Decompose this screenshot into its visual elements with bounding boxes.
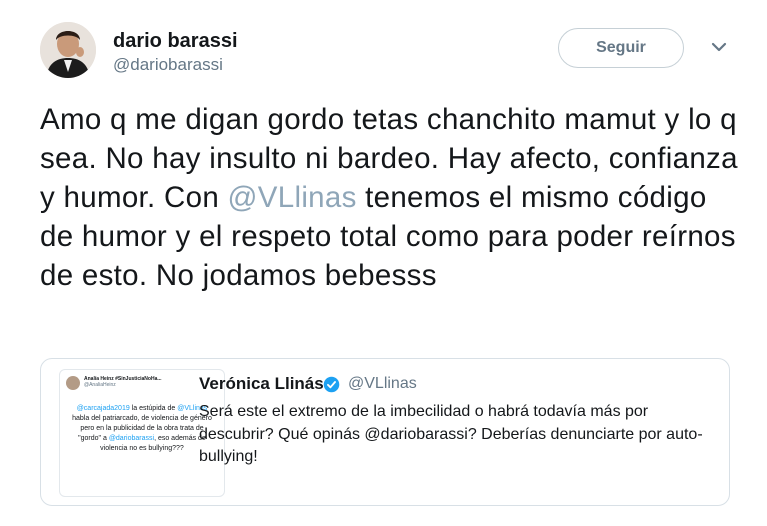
mention-link[interactable]: @VLlinas [228,181,357,214]
quoted-author-handle[interactable]: @VLlinas [348,375,417,393]
chevron-down-icon[interactable] [710,40,728,54]
tweet-text: Amo q me digan gordo tetas chanchito mam… [40,100,740,295]
quoted-tweet-text: Será este el extremo de la imbecilidad o… [199,403,703,465]
thumbnail-mention-3: @dariobarassi [108,435,155,442]
thumbnail-mention-1: @carcajada2019 [76,405,130,412]
follow-button[interactable]: Seguir [558,28,684,68]
author-avatar[interactable] [40,22,96,78]
thumbnail-avatar [66,376,80,390]
author-avatar-image [40,22,96,78]
author-name[interactable]: dario barassi [113,30,238,53]
quoted-tweet-card[interactable]: Analía Heinz #SinJusticiaNoHa... @Analia… [40,358,730,506]
quoted-author-name[interactable]: Verónica Llinás [199,374,324,394]
verified-badge-icon [323,376,340,393]
tweet-header: dario barassi @dariobarassi Seguir [40,22,767,82]
author-handle[interactable]: @dariobarassi [113,55,223,75]
thumbnail-text-1: la estúpida de [129,405,178,412]
